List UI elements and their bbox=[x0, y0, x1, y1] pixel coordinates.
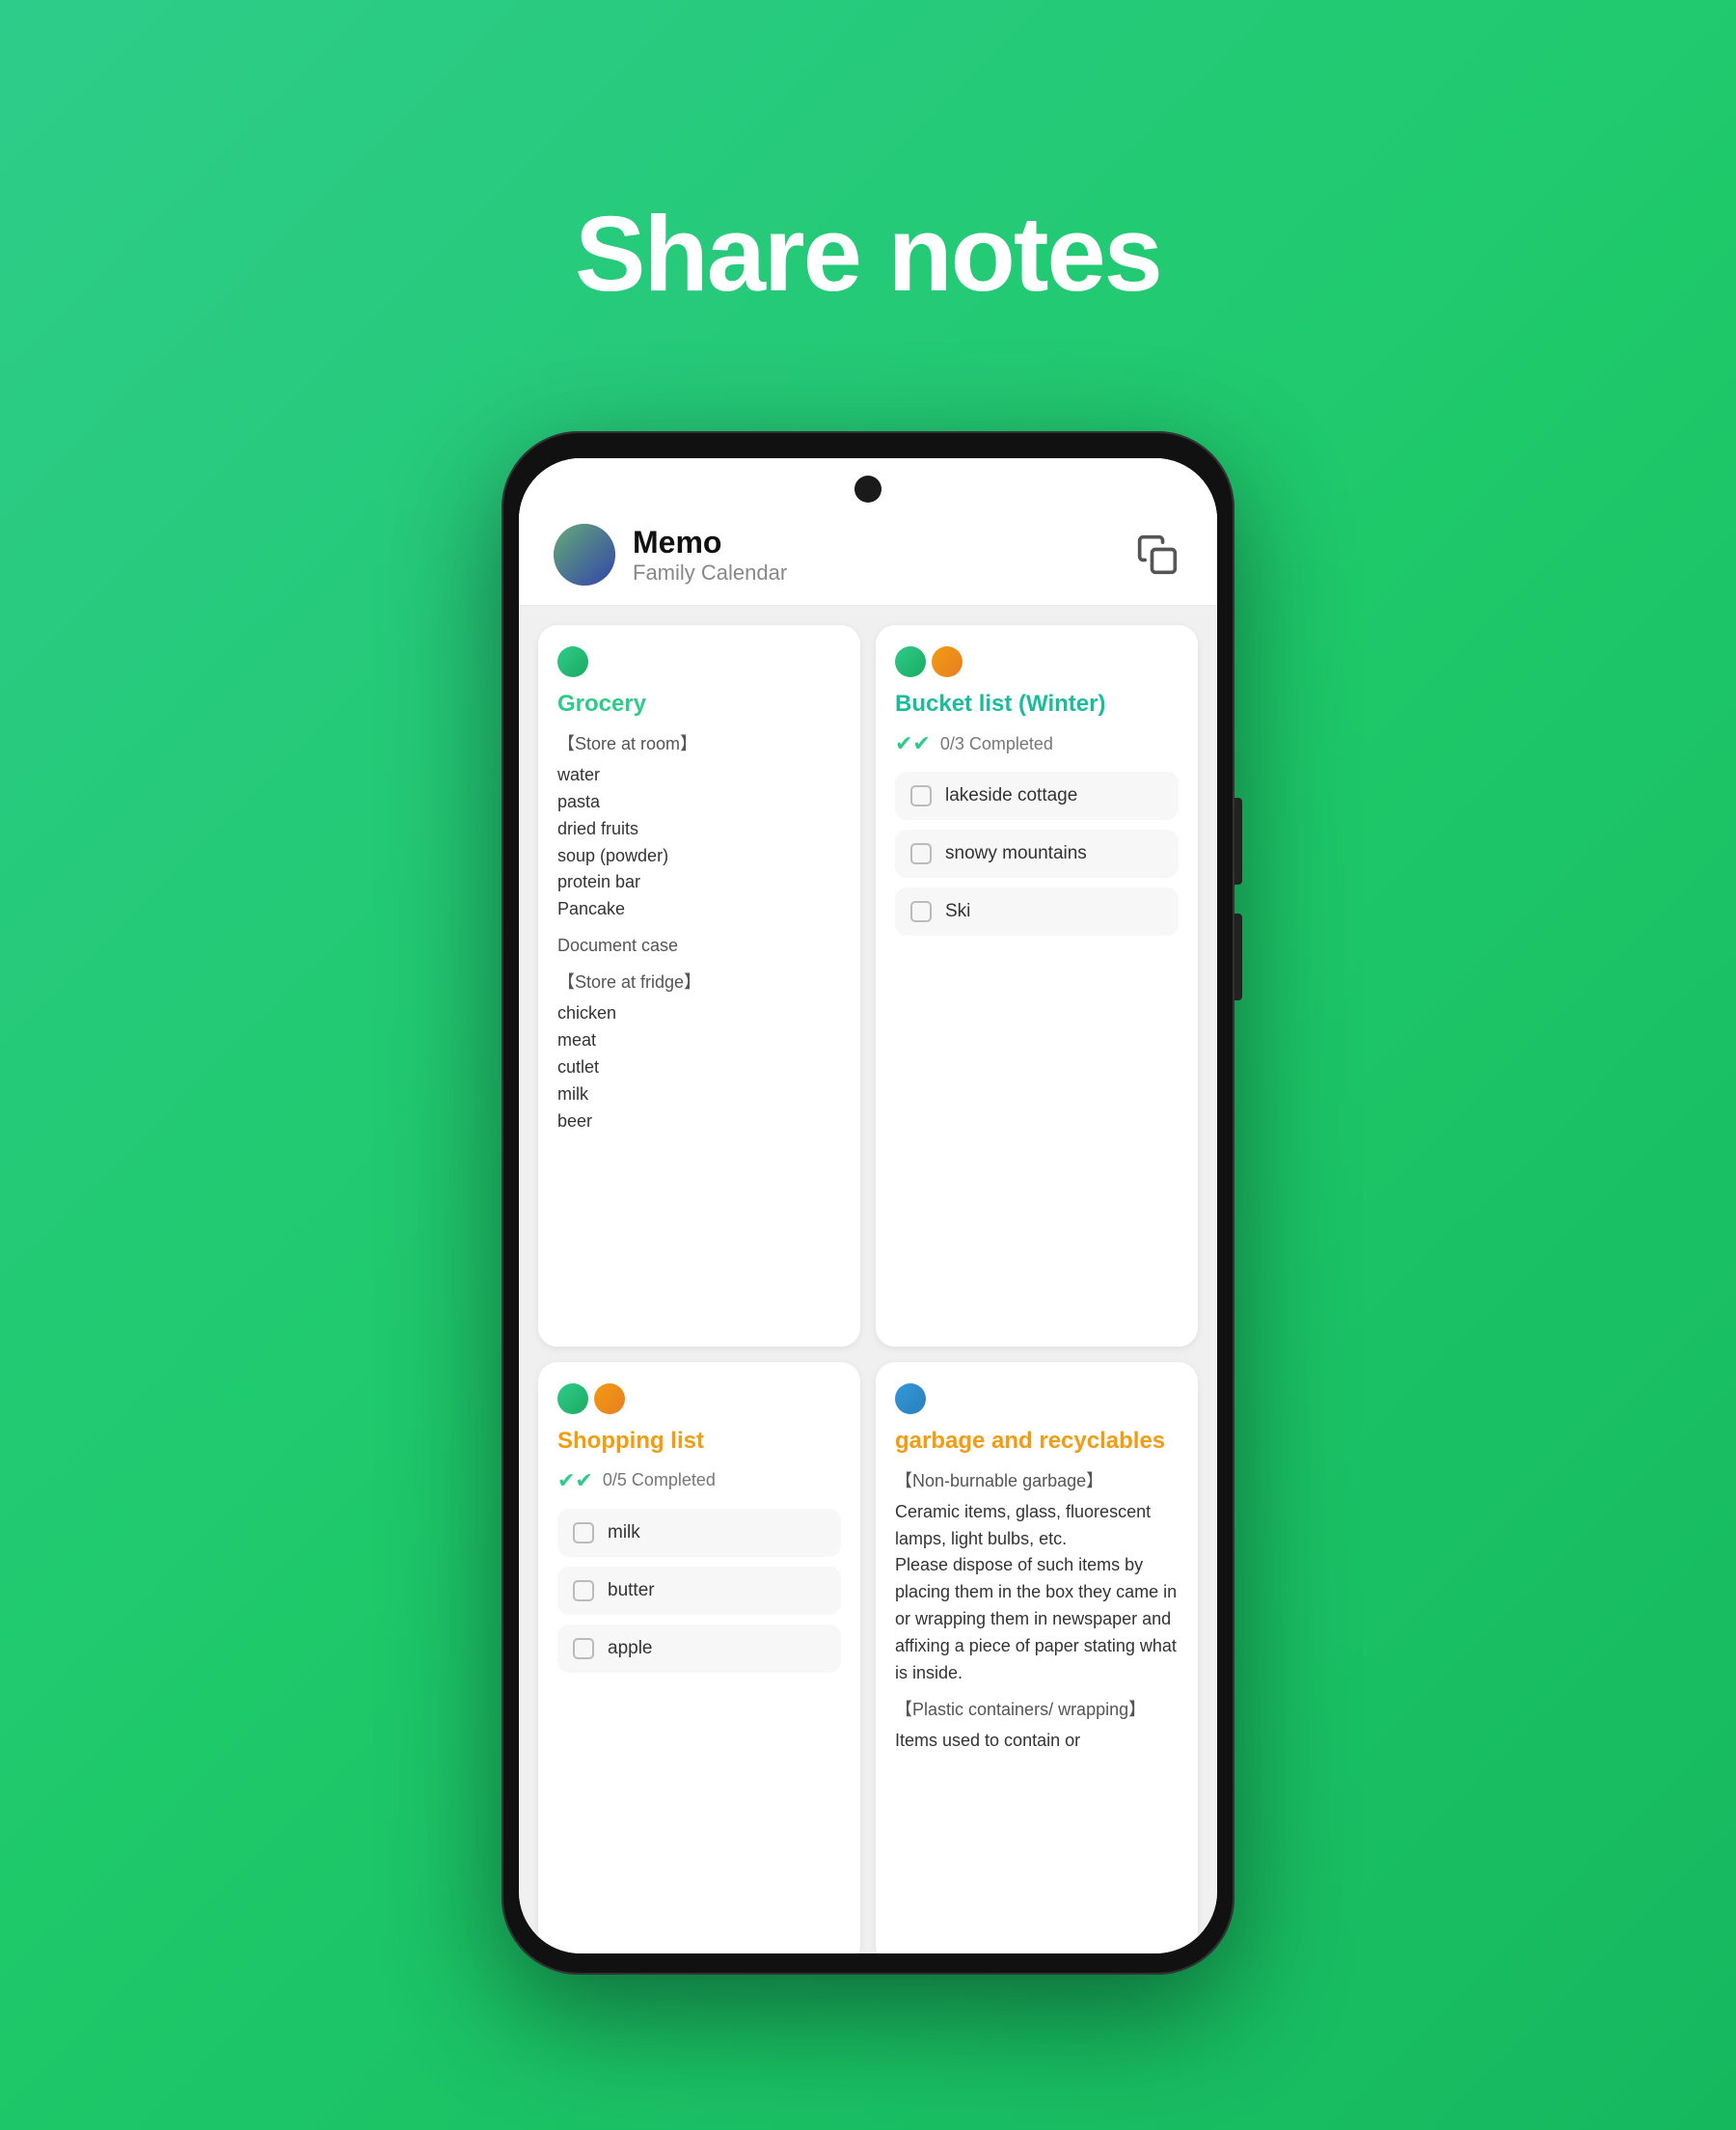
avatar-green-2 bbox=[895, 646, 926, 677]
shopping-avatars bbox=[557, 1383, 841, 1414]
grocery-doc: Document case bbox=[557, 933, 841, 960]
bucket-item-label-1: lakeside cottage bbox=[945, 785, 1077, 806]
avatar-orange-1 bbox=[932, 646, 963, 677]
shopping-item-label-2: butter bbox=[608, 1580, 655, 1601]
page-title: Share notes bbox=[575, 193, 1161, 315]
garbage-content: 【Non-burnable garbage】 Ceramic items, gl… bbox=[895, 1468, 1179, 1755]
shopping-item-3[interactable]: apple bbox=[557, 1625, 841, 1673]
avatar-orange-2 bbox=[594, 1383, 625, 1414]
grocery-section-1: 【Store at room】 bbox=[557, 731, 841, 758]
phone-mockup: Memo Family Calendar bbox=[502, 431, 1234, 1975]
bucket-item-2[interactable]: snowy mountains bbox=[895, 830, 1179, 878]
shopping-item-label-3: apple bbox=[608, 1638, 653, 1659]
garbage-card: garbage and recyclables 【Non-burnable ga… bbox=[876, 1362, 1198, 1953]
shopping-item-label-1: milk bbox=[608, 1522, 640, 1543]
bucket-completed-label: 0/3 Completed bbox=[940, 734, 1053, 754]
avatar-green bbox=[557, 646, 588, 677]
shopping-completed-label: 0/5 Completed bbox=[603, 1470, 716, 1490]
notes-grid: Grocery 【Store at room】 waterpastadried … bbox=[519, 606, 1217, 1953]
bucket-progress: ✔✔ 0/3 Completed bbox=[895, 731, 1179, 756]
checkbox-ski[interactable] bbox=[910, 901, 932, 922]
header-titles: Memo Family Calendar bbox=[633, 525, 787, 586]
bucket-avatars bbox=[895, 646, 1179, 677]
avatar-blue bbox=[895, 1383, 926, 1414]
grocery-title: Grocery bbox=[557, 691, 841, 718]
grocery-content: 【Store at room】 waterpastadried fruitsso… bbox=[557, 731, 841, 1134]
checkbox-apple[interactable] bbox=[573, 1638, 594, 1659]
phone-power-button bbox=[1234, 914, 1242, 1000]
check-double-icon-2: ✔✔ bbox=[557, 1468, 593, 1493]
checkbox-milk[interactable] bbox=[573, 1522, 594, 1543]
app-content: Memo Family Calendar bbox=[519, 458, 1217, 1953]
garbage-section-1: 【Non-burnable garbage】 bbox=[895, 1468, 1179, 1495]
grocery-card: Grocery 【Store at room】 waterpastadried … bbox=[538, 625, 860, 1347]
shopping-item-1[interactable]: milk bbox=[557, 1509, 841, 1557]
shopping-list-title: Shopping list bbox=[557, 1428, 841, 1455]
app-subtitle: Family Calendar bbox=[633, 560, 787, 586]
bucket-item-1[interactable]: lakeside cottage bbox=[895, 772, 1179, 820]
checkbox-lakeside[interactable] bbox=[910, 785, 932, 806]
bucket-item-3[interactable]: Ski bbox=[895, 888, 1179, 936]
shopping-list-card: Shopping list ✔✔ 0/5 Completed milk butt… bbox=[538, 1362, 860, 1953]
shopping-item-2[interactable]: butter bbox=[557, 1567, 841, 1615]
checkbox-butter[interactable] bbox=[573, 1580, 594, 1601]
avatar bbox=[554, 524, 615, 586]
app-name: Memo bbox=[633, 525, 787, 560]
check-double-icon: ✔✔ bbox=[895, 731, 931, 756]
front-camera bbox=[854, 476, 882, 503]
phone-screen: Memo Family Calendar bbox=[519, 458, 1217, 1953]
grocery-avatars bbox=[557, 646, 841, 677]
bucket-list-card: Bucket list (Winter) ✔✔ 0/3 Completed la… bbox=[876, 625, 1198, 1347]
checkbox-snowy[interactable] bbox=[910, 843, 932, 864]
garbage-title: garbage and recyclables bbox=[895, 1428, 1179, 1455]
grocery-section-2: 【Store at fridge】 bbox=[557, 969, 841, 997]
bucket-item-label-2: snowy mountains bbox=[945, 843, 1087, 864]
bucket-list-title: Bucket list (Winter) bbox=[895, 691, 1179, 718]
bucket-item-label-3: Ski bbox=[945, 901, 970, 922]
garbage-avatars bbox=[895, 1383, 1179, 1414]
copy-icon-button[interactable] bbox=[1132, 530, 1182, 580]
garbage-section-2: 【Plastic containers/ wrapping】 bbox=[895, 1697, 1179, 1724]
avatar-green-3 bbox=[557, 1383, 588, 1414]
header-left: Memo Family Calendar bbox=[554, 524, 787, 586]
shopping-progress: ✔✔ 0/5 Completed bbox=[557, 1468, 841, 1493]
phone-volume-button bbox=[1234, 798, 1242, 885]
